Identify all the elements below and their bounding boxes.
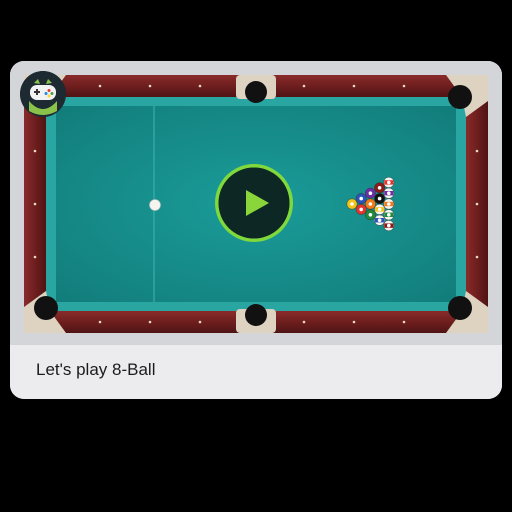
object-ball (346, 198, 358, 210)
object-ball (364, 198, 376, 210)
object-ball (374, 214, 385, 226)
pocket-bottom-left (34, 296, 58, 320)
pocket-top-middle (245, 81, 267, 103)
object-ball (383, 209, 395, 221)
object-ball (383, 187, 395, 199)
gamepad-mascot-icon (20, 71, 66, 117)
object-ball (364, 209, 376, 221)
game-title: Let's play 8-Ball (36, 360, 156, 379)
object-ball (355, 193, 367, 205)
object-ball (364, 187, 376, 199)
pocket-top-right (448, 85, 472, 109)
pocket-bottom-right (448, 296, 472, 320)
caption-bar: Let's play 8-Ball (10, 345, 502, 399)
object-ball (374, 203, 385, 215)
object-ball (355, 203, 367, 215)
cue-ball (149, 199, 161, 211)
app-icon (20, 71, 66, 117)
object-ball (374, 182, 385, 194)
game-preview-image[interactable] (10, 61, 502, 345)
object-ball (374, 193, 385, 205)
play-triangle-icon (215, 164, 293, 242)
object-ball (383, 220, 395, 232)
play-button[interactable] (213, 162, 295, 244)
game-card[interactable]: Let's play 8-Ball (10, 61, 502, 399)
object-ball (383, 177, 395, 188)
object-ball (383, 198, 395, 210)
pocket-bottom-middle (245, 304, 267, 326)
